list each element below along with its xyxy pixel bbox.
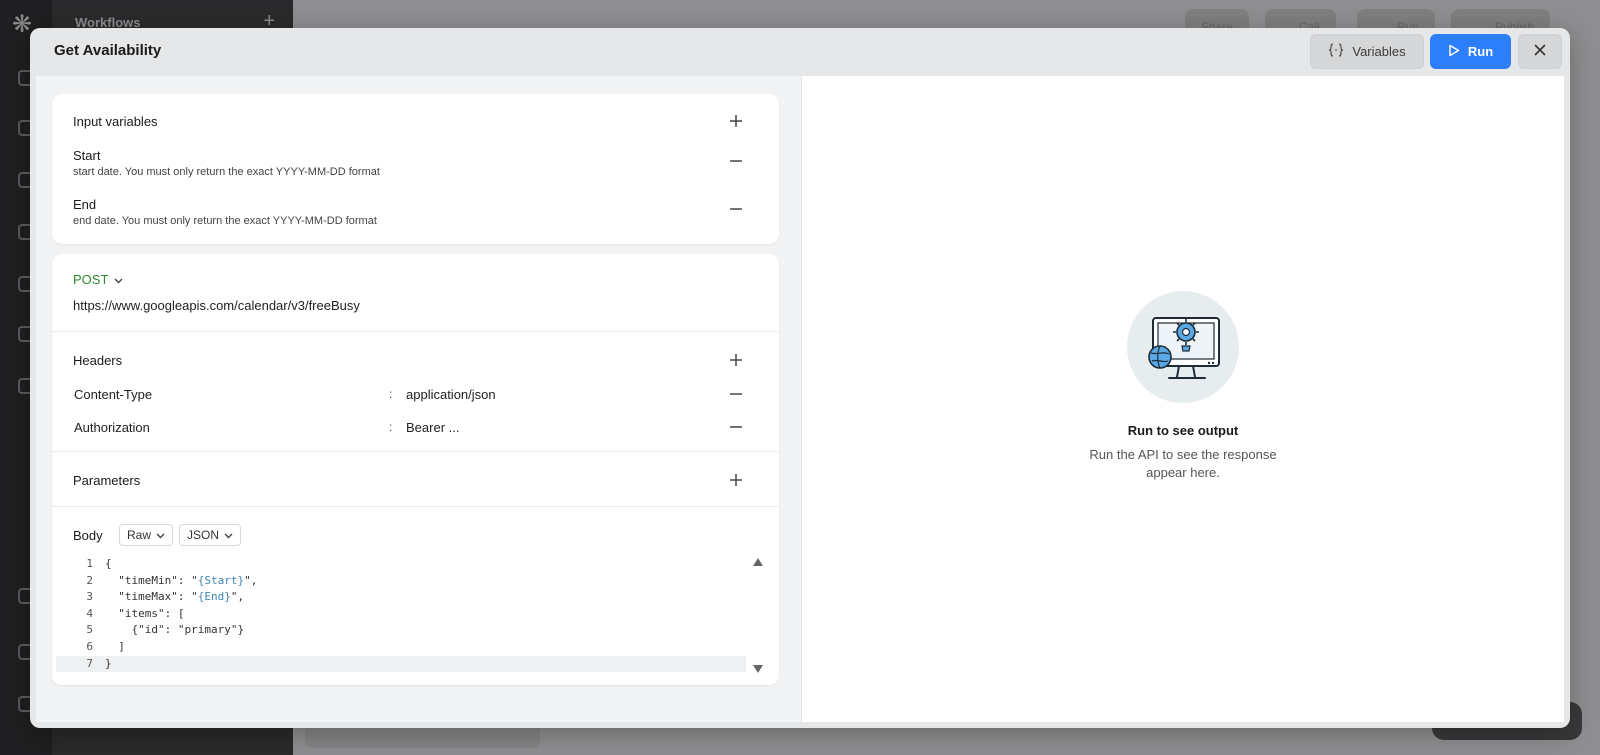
- code-text: {: [105, 557, 112, 570]
- empty-output-description: Run the API to see the response appear h…: [1089, 447, 1277, 480]
- parameters-title: Parameters: [73, 473, 141, 488]
- header-key-input[interactable]: Authorization: [74, 420, 150, 435]
- remove-variable-minus-icon[interactable]: [726, 199, 746, 219]
- close-icon: [1534, 43, 1546, 61]
- line-number: 1: [86, 557, 93, 570]
- code-text: "timeMin": "{Start}",: [105, 573, 258, 587]
- remove-variable-minus-icon[interactable]: [726, 151, 746, 171]
- line-number: 4: [86, 606, 93, 620]
- chevron-down-icon: [224, 528, 233, 542]
- play-icon: [1448, 44, 1460, 60]
- code-line: 1{: [56, 556, 746, 573]
- code-line: 2 "timeMin": "{Start}",: [56, 573, 746, 590]
- body-code-editor[interactable]: 1{ 2 "timeMin": "{Start}", 3 "timeMax": …: [56, 556, 746, 676]
- divider: [52, 451, 779, 452]
- braces-icon: [1328, 43, 1344, 60]
- empty-output-title: Run to see output: [1127, 423, 1239, 438]
- code-line-active: 7}: [56, 655, 746, 673]
- body-title: Body: [73, 528, 103, 543]
- remove-header-minus-icon[interactable]: [726, 384, 746, 404]
- run-label: Run: [1467, 44, 1494, 59]
- code-line: 4 "items": [: [56, 606, 746, 623]
- chevron-down-icon: [156, 528, 165, 542]
- header-separator: :: [389, 420, 393, 434]
- scroll-down-arrow-icon[interactable]: [752, 661, 764, 673]
- request-editor-pane: Input variables Start start date. You mu…: [36, 76, 801, 722]
- api-modal: Get Availability Variables Run Input var…: [30, 28, 1570, 728]
- output-pane: Run to see output Run the API to see the…: [801, 76, 1564, 722]
- header-value-input[interactable]: Bearer ...: [406, 420, 459, 435]
- monitor-gear-illustration-icon: [1127, 291, 1239, 403]
- modal-title: Get Availability: [54, 42, 162, 59]
- divider: [52, 331, 779, 332]
- body-mode-label: Raw: [127, 528, 152, 542]
- modal-header: Get Availability Variables Run: [30, 28, 1570, 76]
- variables-label: Variables: [1352, 44, 1406, 59]
- remove-header-minus-icon[interactable]: [726, 417, 746, 437]
- variables-button[interactable]: Variables: [1310, 34, 1424, 69]
- request-card: POST https://www.googleapis.com/calendar…: [52, 254, 779, 685]
- header-key-input[interactable]: Content-Type: [74, 387, 152, 402]
- add-header-plus-icon[interactable]: [726, 350, 746, 370]
- code-text: "timeMax": "{End}",: [105, 590, 245, 604]
- divider: [52, 506, 779, 507]
- run-button[interactable]: Run: [1430, 34, 1511, 69]
- input-variables-card: Input variables Start start date. You mu…: [52, 94, 779, 244]
- input-variables-title: Input variables: [73, 114, 158, 129]
- chevron-down-icon: [114, 272, 123, 287]
- empty-output-state: Run to see output Run the API to see the…: [802, 291, 1564, 482]
- code-text: }: [105, 656, 112, 670]
- code-line: 6 ]: [56, 639, 746, 656]
- body-format-label: JSON: [187, 528, 220, 542]
- code-text: "items": [: [105, 606, 185, 620]
- variable-description[interactable]: start date. You must only return the exa…: [73, 166, 380, 178]
- method-select[interactable]: POST: [73, 272, 123, 287]
- url-input[interactable]: https://www.googleapis.com/calendar/v3/f…: [73, 298, 360, 313]
- variable-description[interactable]: end date. You must only return the exact…: [73, 215, 377, 227]
- line-number: 5: [86, 623, 93, 637]
- add-parameter-plus-icon[interactable]: [726, 470, 746, 490]
- body-mode-select[interactable]: Raw: [119, 524, 174, 546]
- variable-name[interactable]: End: [73, 197, 96, 212]
- line-number: 7: [86, 656, 93, 670]
- header-separator: :: [389, 387, 393, 401]
- header-value-input[interactable]: application/json: [406, 387, 496, 402]
- add-variable-plus-icon[interactable]: [726, 111, 746, 131]
- scroll-up-arrow-icon[interactable]: [752, 554, 764, 566]
- code-line: 3 "timeMax": "{End}",: [56, 589, 746, 606]
- code-text: {"id": "primary"}: [105, 623, 245, 637]
- close-button[interactable]: [1518, 34, 1562, 69]
- code-text: ]: [105, 639, 125, 653]
- line-number: 3: [86, 590, 93, 604]
- code-line: 5 {"id": "primary"}: [56, 622, 746, 639]
- headers-title: Headers: [73, 353, 123, 368]
- line-number: 2: [86, 573, 93, 587]
- body-format-select[interactable]: JSON: [179, 524, 242, 546]
- variable-name[interactable]: Start: [73, 148, 100, 163]
- line-number: 6: [86, 639, 93, 653]
- method-label: POST: [73, 272, 109, 287]
